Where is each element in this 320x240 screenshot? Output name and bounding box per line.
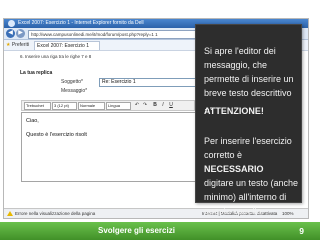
underline-icon[interactable]: U — [168, 102, 174, 108]
favorites-label: Preferiti — [11, 42, 30, 48]
callout-note: Per inserire l'esercizio corretto è NECE… — [204, 134, 301, 218]
message-label: Messaggio* — [61, 88, 88, 94]
font-select[interactable]: Trebuchet — [24, 102, 51, 110]
address-input[interactable]: http://www.campusonlinedi.me/it/mod/foru… — [28, 30, 210, 39]
window-title: Excel 2007: Esercizio 1 - Internet Explo… — [18, 20, 144, 26]
ie-logo-icon — [8, 20, 15, 27]
question-text: 6. Inserire una riga tra le righe 7 e 8 — [20, 54, 92, 59]
star-icon: ★ — [6, 42, 11, 48]
callout-note-before: Per inserire l'esercizio corretto è — [204, 136, 292, 160]
warning-icon — [7, 211, 13, 216]
undo-icon[interactable]: ↶ — [134, 102, 140, 108]
callout-note-after: digitare un testo (anche minimo) all'int… — [204, 178, 299, 216]
bold-icon[interactable]: B — [152, 102, 158, 108]
callout-attention: ATTENZIONE! — [204, 106, 264, 116]
italic-icon[interactable]: I — [160, 102, 166, 108]
back-icon[interactable]: ◀ — [6, 29, 15, 38]
status-error-text: Errore nella visualizzazione della pagin… — [15, 211, 96, 216]
size-select[interactable]: 3 (12 pt) — [52, 102, 77, 110]
subject-label: Soggetto* — [61, 79, 83, 85]
page-number: 9 — [299, 226, 304, 236]
forward-icon[interactable]: ▶ — [16, 29, 25, 38]
browser-tab[interactable]: Excel 2007: Esercizio 1 — [34, 41, 100, 50]
reply-section-title: La tua replica — [20, 70, 53, 76]
message-editor[interactable]: Ciao, Questo è l'esercizio risolt — [21, 112, 196, 182]
editor-toolbar: Trebuchet 3 (12 pt) Normale Lingua ↶ ↷ B… — [21, 100, 195, 111]
style-select[interactable]: Normale — [78, 102, 105, 110]
language-select[interactable]: Lingua — [106, 102, 131, 110]
favorites-button[interactable]: ★ Preferiti — [6, 41, 29, 49]
redo-icon[interactable]: ↷ — [142, 102, 148, 108]
editor-line: Questo è l'esercizio risolt — [26, 132, 87, 138]
editor-line: Ciao, — [26, 118, 39, 124]
slide: Excel 2007: Esercizio 1 - Internet Explo… — [0, 0, 320, 240]
callout-box: Si apre l'editor dei messaggio, che perm… — [195, 24, 302, 216]
subject-input[interactable]: Re: Esercizio 1 — [99, 78, 198, 87]
footer-title: Svolgere gli esercizi — [98, 226, 175, 235]
slide-footer: Svolgere gli esercizi 9 — [0, 222, 320, 240]
callout-note-emphasis: NECESSARIO — [204, 164, 264, 174]
